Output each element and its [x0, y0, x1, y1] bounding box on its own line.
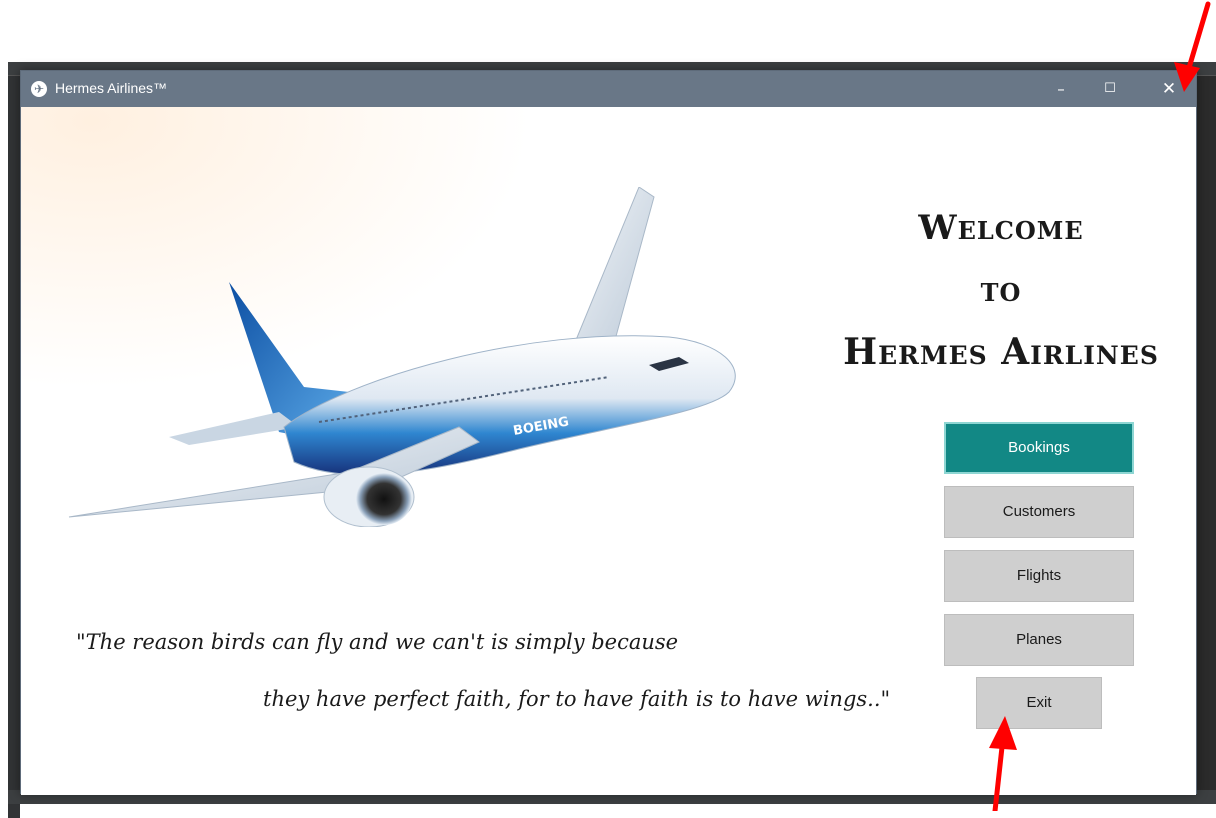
- annotation-arrow-close: [1174, 1, 1211, 92]
- bookings-button[interactable]: Bookings: [944, 422, 1134, 474]
- ide-gutter: [8, 76, 20, 818]
- plane-icon: ✈: [31, 81, 47, 97]
- window-title: Hermes Airlines™: [55, 80, 168, 96]
- welcome-line-2: to: [980, 270, 1022, 310]
- maximize-button[interactable]: ☐: [1087, 71, 1133, 107]
- title-bar[interactable]: ✈ Hermes Airlines™ – ☐ ✕: [21, 71, 1196, 107]
- welcome-heading: Welcome to Hermes Airlines: [811, 197, 1191, 383]
- app-window: ✈ Hermes Airlines™ – ☐ ✕ BOEING Welcome …: [20, 70, 1197, 795]
- quote-line-2: they have perfect faith, for to have fai…: [263, 687, 891, 711]
- minimize-button[interactable]: –: [1038, 71, 1084, 107]
- welcome-line-3: Hermes Airlines: [843, 331, 1159, 373]
- annotation-arrow-exit: [989, 716, 1017, 811]
- flights-button[interactable]: Flights: [944, 550, 1134, 602]
- planes-button[interactable]: Planes: [944, 614, 1134, 666]
- main-content: BOEING Welcome to Hermes Airlines Bookin…: [21, 107, 1196, 795]
- airplane-image: BOEING: [68, 187, 736, 527]
- quote-line-1: "The reason birds can fly and we can't i…: [76, 630, 679, 654]
- welcome-line-1: Welcome: [918, 208, 1084, 248]
- customers-button[interactable]: Customers: [944, 486, 1134, 538]
